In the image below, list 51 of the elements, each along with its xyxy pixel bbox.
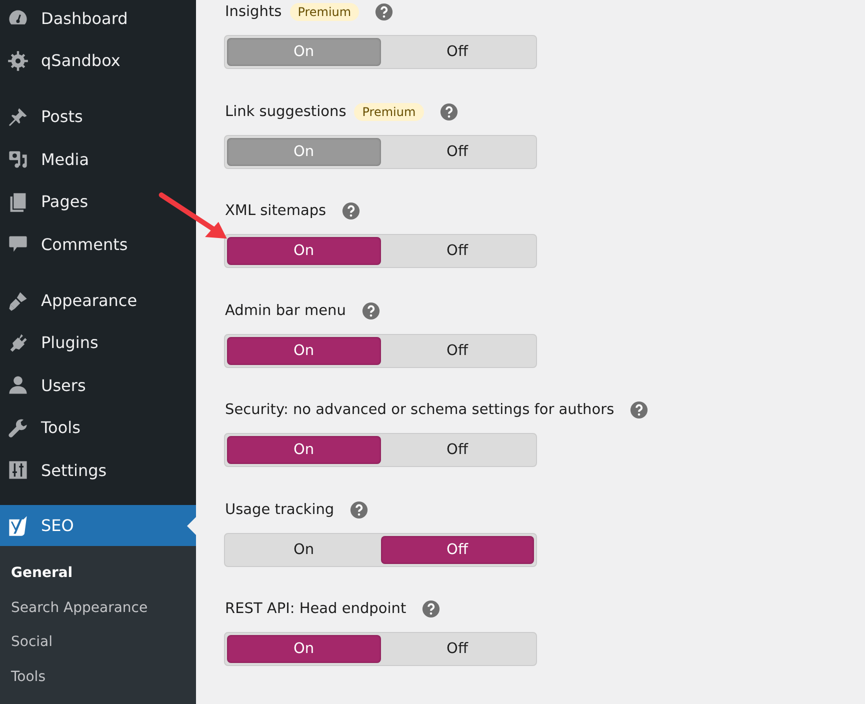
- premium-badge: Premium: [354, 102, 424, 120]
- menu-item[interactable]: Media: [0, 138, 196, 181]
- help-icon[interactable]: [630, 401, 648, 419]
- toggle-option[interactable]: On: [227, 536, 380, 564]
- toggle-option[interactable]: Off: [380, 536, 534, 564]
- setting-label: REST API: Head endpoint: [225, 601, 406, 617]
- menu-item[interactable]: Settings: [0, 448, 196, 492]
- menu-item[interactable]: Tools: [0, 406, 196, 449]
- toggle-option[interactable]: On: [227, 635, 380, 663]
- help-icon[interactable]: [362, 302, 380, 320]
- menu-item[interactable]: Users: [0, 364, 196, 407]
- setting-label: Security: no advanced or schema settings for authors: [225, 402, 614, 418]
- premium-badge: Premium: [290, 3, 360, 21]
- help-icon[interactable]: [440, 102, 458, 120]
- toggle-option[interactable]: Off: [380, 436, 534, 464]
- setting-label: Admin bar menu: [225, 302, 346, 318]
- brush-icon: [7, 290, 29, 312]
- toggle-option[interactable]: On: [227, 237, 380, 265]
- wrench-icon: [7, 416, 29, 439]
- current-indicator: [187, 517, 196, 536]
- pointer-arrow: [158, 192, 227, 239]
- setting-label: Insights: [225, 4, 282, 20]
- setting-label: Link suggestions: [225, 104, 346, 120]
- menu-item[interactable]: qSandbox: [0, 39, 196, 82]
- setting-label: XML sitemaps: [225, 203, 326, 219]
- submenu-item[interactable]: Search Appearance: [0, 590, 196, 626]
- toggle-option[interactable]: Off: [380, 336, 534, 364]
- gear-icon: [7, 50, 29, 72]
- toggle-option[interactable]: Off: [380, 635, 534, 663]
- help-icon[interactable]: [375, 3, 394, 21]
- toggle-option[interactable]: On: [227, 336, 380, 364]
- logo-icon: [7, 514, 29, 537]
- toggle-option[interactable]: Off: [380, 237, 534, 265]
- menu-item[interactable]: Posts: [0, 96, 196, 138]
- submenu-item[interactable]: Tools: [0, 660, 196, 694]
- menu-item[interactable]: Appearance: [0, 279, 196, 322]
- toggle-option[interactable]: On: [227, 436, 380, 464]
- menu-item[interactable]: Pages: [0, 180, 196, 223]
- menu-item[interactable]: SEO: [0, 505, 196, 546]
- menu-item[interactable]: Plugins: [0, 322, 196, 364]
- help-icon[interactable]: [342, 202, 360, 220]
- user-icon: [7, 374, 29, 396]
- menu-item[interactable]: Dashboard: [0, 0, 196, 40]
- submenu-item[interactable]: General: [0, 556, 196, 591]
- submenu-item[interactable]: Social: [0, 625, 196, 660]
- pin-icon: [7, 106, 29, 128]
- setting-label: Usage tracking: [225, 502, 334, 518]
- help-icon[interactable]: [350, 500, 368, 518]
- help-icon[interactable]: [422, 600, 440, 618]
- sliders-icon: [7, 459, 29, 482]
- menu-item[interactable]: Comments: [0, 222, 196, 266]
